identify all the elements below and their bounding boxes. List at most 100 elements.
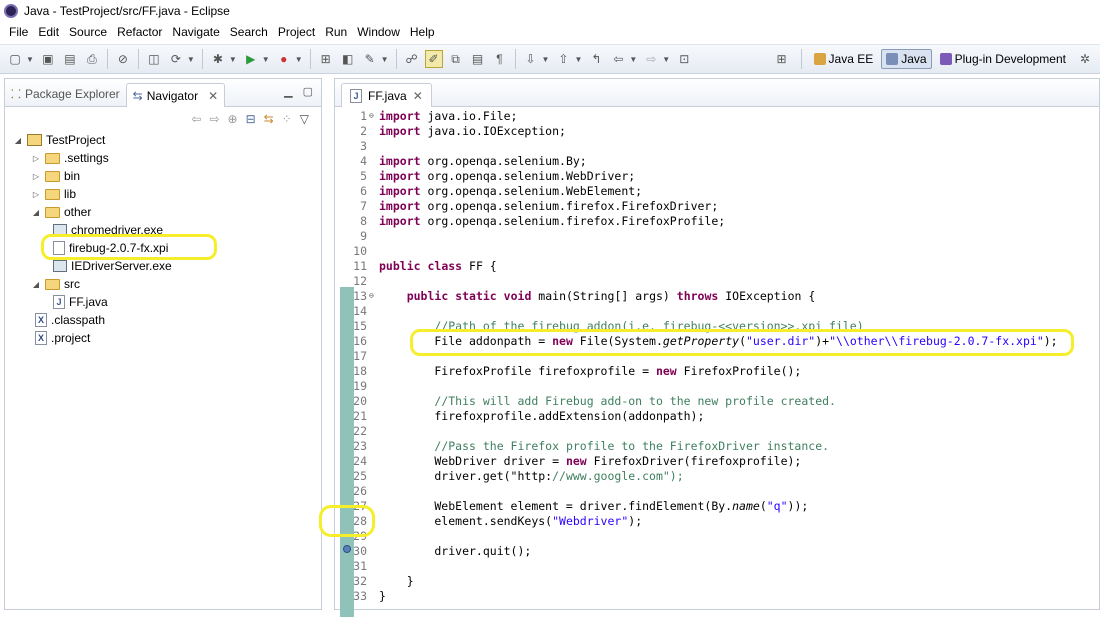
prev-annotation-dropdown-icon[interactable]: ▼ (574, 55, 582, 64)
forward-arrow-icon[interactable]: ⇨ (209, 112, 219, 126)
menu-source[interactable]: Source (64, 25, 112, 39)
next-annotation-icon[interactable]: ⇩ (522, 50, 540, 68)
back-icon[interactable]: ⇦ (609, 50, 627, 68)
open-perspective-icon[interactable]: ⊞ (773, 50, 791, 68)
new-java-project-icon[interactable]: ◫ (145, 50, 163, 68)
code-line[interactable]: import org.openqa.selenium.WebDriver; (379, 169, 635, 183)
menu-edit[interactable]: Edit (33, 25, 64, 39)
show-whitespace-icon[interactable]: ▤ (469, 50, 487, 68)
close-tab-icon[interactable]: ✕ (413, 89, 423, 103)
menu-refactor[interactable]: Refactor (112, 25, 167, 39)
next-annotation-dropdown-icon[interactable]: ▼ (542, 55, 550, 64)
tree-node-classpath[interactable]: X .classpath (35, 311, 105, 329)
tree-node-other[interactable]: ◢ other (31, 203, 91, 221)
toggle-breadcrumb-icon[interactable]: ☍ (403, 50, 421, 68)
code-line[interactable]: import org.openqa.selenium.firefox.Firef… (379, 199, 718, 213)
back-arrow-icon[interactable]: ⇦ (191, 112, 201, 126)
menu-help[interactable]: Help (405, 25, 440, 39)
save-icon[interactable]: ▣ (39, 50, 57, 68)
skip-breakpoints-icon[interactable]: ⊘ (114, 50, 132, 68)
pin-editor-icon[interactable]: ⊡ (675, 50, 693, 68)
tree-node-testproject[interactable]: ◢ TestProject (13, 131, 105, 149)
perspective-plugin-development[interactable]: Plug-in Development (936, 50, 1070, 68)
menu-project[interactable]: Project (273, 25, 320, 39)
debug-dropdown-icon[interactable]: ▼ (229, 55, 237, 64)
forward-icon[interactable]: ⇨ (642, 50, 660, 68)
search-dropdown-icon[interactable]: ▼ (381, 55, 389, 64)
debug-icon[interactable]: ✱ (209, 50, 227, 68)
perspective-java[interactable]: Java (881, 49, 932, 69)
tab-package-explorer[interactable]: ⸬ Package Explorer (5, 81, 126, 106)
code-line[interactable]: driver.quit(); (379, 544, 531, 558)
collapsed-arrow-icon[interactable]: ▷ (31, 190, 41, 199)
code-line[interactable]: } (379, 574, 414, 588)
tree-node-lib[interactable]: ▷ lib (31, 185, 76, 203)
code-line[interactable]: import java.io.File; (379, 109, 517, 123)
code-line[interactable]: driver.get("http://www.google.com"); (379, 469, 683, 483)
tree-node-settings[interactable]: ▷ .settings (31, 149, 109, 167)
external-tools-icon[interactable]: ● (275, 50, 293, 68)
fold-collapse-icon[interactable]: ⊖ (369, 111, 374, 120)
new-icon[interactable]: ▢ (6, 50, 24, 68)
code-line[interactable]: //Pass the Firefox profile to the Firefo… (379, 439, 829, 453)
minimize-icon[interactable]: ▁ (284, 85, 292, 98)
code-line[interactable]: import java.io.IOException; (379, 124, 566, 138)
run-dropdown-icon[interactable]: ▼ (262, 55, 270, 64)
perspective-java-ee[interactable]: Java EE (810, 50, 878, 68)
code-line[interactable]: import org.openqa.selenium.firefox.Firef… (379, 214, 725, 228)
code-line[interactable]: import org.openqa.selenium.WebElement; (379, 184, 642, 198)
menu-run[interactable]: Run (320, 25, 352, 39)
code-line[interactable]: firefoxprofile.addExtension(addonpath); (379, 409, 704, 423)
expanded-arrow-icon[interactable]: ◢ (13, 136, 23, 145)
menu-navigate[interactable]: Navigate (167, 25, 224, 39)
print-icon[interactable]: ⎙ (83, 50, 101, 68)
code-line[interactable]: } (379, 589, 386, 603)
close-tab-icon[interactable]: ✕ (208, 89, 218, 103)
code-line[interactable]: element.sendKeys("Webdriver"); (379, 514, 642, 528)
new-dropdown-icon[interactable]: ▼ (26, 55, 34, 64)
collapsed-arrow-icon[interactable]: ▷ (31, 172, 41, 181)
refresh-dropdown-icon[interactable]: ▼ (187, 55, 195, 64)
code-line[interactable]: WebElement element = driver.findElement(… (379, 499, 808, 513)
search-icon[interactable]: ✎ (361, 50, 379, 68)
forward-dropdown-icon[interactable]: ▼ (662, 55, 670, 64)
refresh-icon[interactable]: ⟳ (167, 50, 185, 68)
run-icon[interactable]: ▶ (242, 50, 260, 68)
block-selection-icon[interactable]: ⧉ (447, 50, 465, 68)
open-type-icon[interactable]: ◧ (339, 50, 357, 68)
prev-annotation-icon[interactable]: ⇧ (554, 50, 572, 68)
code-editor[interactable]: 1 ⊖ import java.io.File; 2 import java.io.IO… (335, 107, 1100, 617)
external-tools-dropdown-icon[interactable]: ▼ (295, 55, 303, 64)
fold-collapse-icon[interactable]: ⊖ (369, 291, 374, 300)
tree-node-project-file[interactable]: X .project (35, 329, 90, 347)
tree-node-bin[interactable]: ▷ bin (31, 167, 80, 185)
mark-occurrences-icon[interactable]: ✐ (424, 50, 443, 68)
tab-ff-java[interactable]: J FF.java ✕ (341, 83, 432, 107)
view-menu-icon[interactable]: ▽ (300, 112, 309, 126)
code-line[interactable]: FirefoxProfile firefoxprofile = new Fire… (379, 364, 801, 378)
up-folder-icon[interactable]: ⊕ (228, 112, 238, 126)
back-dropdown-icon[interactable]: ▼ (629, 55, 637, 64)
code-line[interactable]: import org.openqa.selenium.By; (379, 154, 587, 168)
paragraph-icon[interactable]: ¶ (491, 50, 509, 68)
save-all-icon[interactable]: ▤ (61, 50, 79, 68)
tree-node-src[interactable]: ◢ src (31, 275, 80, 293)
link-with-editor-icon[interactable]: ⇆ (264, 112, 274, 126)
menu-file[interactable]: File (4, 25, 33, 39)
menu-search[interactable]: Search (225, 25, 273, 39)
code-line[interactable]: WebDriver driver = new FirefoxDriver(fir… (379, 454, 801, 468)
code-line[interactable]: //This will add Firebug add-on to the ne… (379, 394, 836, 408)
tree-node-ff-java[interactable]: J FF.java (53, 293, 108, 311)
collapse-all-icon[interactable]: ⊟ (246, 112, 256, 126)
collapsed-arrow-icon[interactable]: ▷ (31, 154, 41, 163)
maximize-icon[interactable]: ▢ (303, 85, 313, 98)
expanded-arrow-icon[interactable]: ◢ (31, 280, 41, 289)
code-line[interactable]: public class FF { (379, 259, 497, 273)
menu-window[interactable]: Window (352, 25, 405, 39)
tab-navigator[interactable]: ⇆ Navigator ✕ (125, 83, 226, 107)
code-line[interactable]: public static void main(String[] args) t… (379, 289, 816, 303)
focus-icon[interactable]: ⁘ (282, 112, 292, 126)
new-package-icon[interactable]: ⊞ (317, 50, 335, 68)
last-edit-icon[interactable]: ↰ (587, 50, 605, 68)
expanded-arrow-icon[interactable]: ◢ (31, 208, 41, 217)
